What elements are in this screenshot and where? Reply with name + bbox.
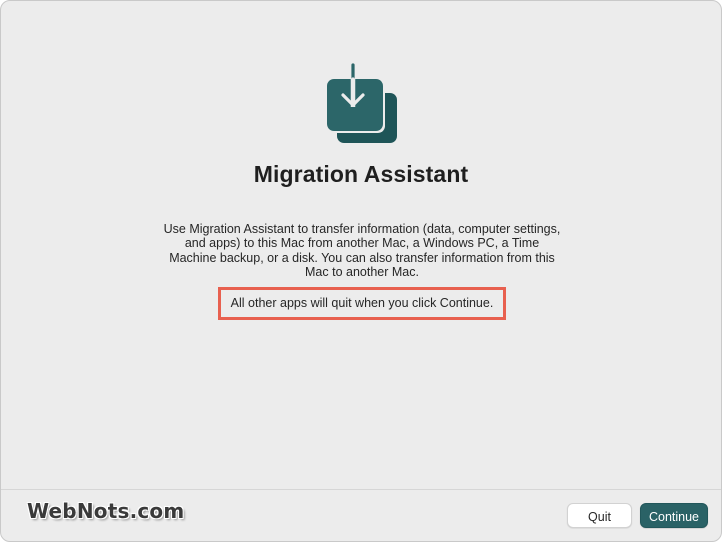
quit-apps-notice: All other apps will quit when you click … [218,287,506,320]
quit-button[interactable]: Quit [567,503,632,528]
watermark-logo: WebNots.com [27,499,185,523]
page-title: Migration Assistant [253,161,469,187]
continue-button[interactable]: Continue [640,503,708,528]
migration-assistant-icon [325,63,399,145]
description-text: Use Migration Assistant to transfer info… [163,222,561,280]
migration-assistant-window: Migration Assistant Use Migration Assist… [0,0,722,542]
footer-divider [1,489,721,490]
